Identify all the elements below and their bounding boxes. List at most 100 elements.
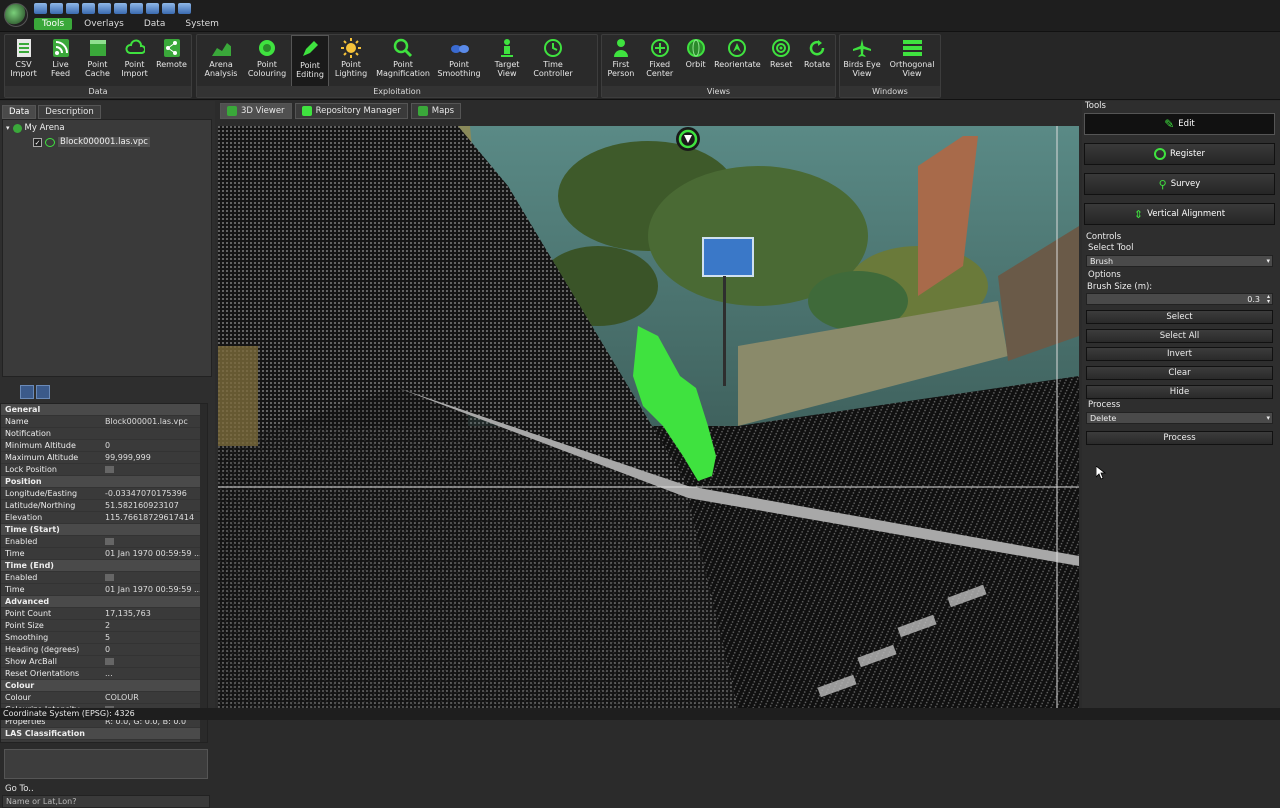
property-section-label[interactable]: General — [1, 404, 207, 415]
undo-icon[interactable] — [82, 3, 95, 14]
checkbox-icon[interactable] — [105, 658, 114, 665]
property-value[interactable]: 01 Jan 1970 00:59:59 ... — [103, 548, 207, 559]
3d-viewport[interactable] — [218, 126, 1079, 708]
property-section-label[interactable]: Colour — [1, 680, 207, 691]
property-value[interactable]: 01 Jan 1970 00:59:59 ... — [103, 584, 207, 595]
checkbox-icon[interactable] — [105, 538, 114, 545]
document-icon[interactable] — [162, 3, 175, 14]
point-lighting-button[interactable]: Point Lighting — [329, 35, 373, 89]
reorientate-button[interactable]: Reorientate — [712, 35, 764, 89]
property-section-label[interactable]: LAS Classification — [1, 728, 207, 739]
alphabetical-view-icon[interactable] — [36, 385, 50, 399]
camera-icon[interactable] — [146, 3, 159, 14]
reset-button[interactable]: Reset — [763, 35, 799, 89]
property-value[interactable]: 0 — [103, 440, 207, 451]
select-all-button[interactable]: Select All — [1086, 329, 1273, 343]
property-value[interactable]: COLOUR — [103, 692, 207, 703]
process-dropdown[interactable]: Delete ▾ — [1086, 412, 1273, 424]
property-value[interactable] — [103, 464, 207, 475]
point-import-button[interactable]: Point Import — [116, 35, 153, 89]
tab-overlays[interactable]: Overlays — [76, 18, 132, 30]
rotate-button[interactable]: Rotate — [799, 35, 835, 89]
survey-tool-button[interactable]: ⚲ Survey — [1084, 173, 1275, 195]
window-icon[interactable] — [178, 3, 191, 14]
spin-arrows-icon[interactable]: ▴ ▾ — [1267, 294, 1270, 305]
categorized-view-icon[interactable] — [20, 385, 34, 399]
live-feed-button[interactable]: Live Feed — [42, 35, 79, 89]
app-logo-icon[interactable] — [4, 3, 28, 27]
property-value[interactable]: 115.76618729617414 — [103, 512, 207, 523]
point-smoothing-button[interactable]: Point Smoothing — [433, 35, 485, 89]
property-value[interactable]: 5 — [103, 632, 207, 643]
tree-item-block[interactable]: ✓ Block000001.las.vpc — [33, 137, 150, 147]
property-value[interactable] — [103, 572, 207, 583]
hide-button[interactable]: Hide — [1086, 385, 1273, 399]
property-value[interactable] — [103, 536, 207, 547]
tab-maps[interactable]: Maps — [410, 103, 462, 119]
point-colouring-button[interactable]: Point Colouring — [243, 35, 291, 89]
property-value[interactable]: 2 — [103, 620, 207, 631]
checkbox-icon[interactable] — [105, 466, 114, 473]
property-value[interactable]: ... — [103, 668, 207, 679]
property-grid-scrollbar[interactable] — [200, 404, 207, 742]
time-controller-button[interactable]: Time Controller — [529, 35, 577, 89]
orthogonal-view-button[interactable]: Orthogonal View — [884, 35, 940, 89]
target-view-button[interactable]: Target View — [485, 35, 529, 89]
open-icon[interactable] — [50, 3, 63, 14]
tab-tools[interactable]: Tools — [34, 18, 73, 30]
birds-eye-view-button[interactable]: Birds Eye View — [840, 35, 884, 89]
property-value[interactable]: 0 — [103, 644, 207, 655]
select-tool-dropdown[interactable]: Brush ▾ — [1086, 255, 1273, 267]
invert-button[interactable]: Invert — [1086, 347, 1273, 361]
goto-input[interactable]: Name or Lat,Lon? — [2, 795, 210, 808]
airplane-icon — [852, 38, 872, 58]
point-cache-button[interactable]: Point Cache — [79, 35, 116, 89]
tab-system[interactable]: System — [177, 18, 227, 30]
remote-button[interactable]: Remote — [153, 35, 190, 89]
select-button[interactable]: Select — [1086, 310, 1273, 324]
csv-import-button[interactable]: CSV Import — [5, 35, 42, 89]
property-section-label[interactable]: Time (End) — [1, 560, 207, 571]
tab-description[interactable]: Description — [38, 105, 101, 119]
layer-checkbox[interactable]: ✓ — [33, 137, 42, 147]
property-value[interactable]: -0.03347070175396 — [103, 488, 207, 499]
arena-analysis-button[interactable]: Arena Analysis — [199, 35, 243, 89]
smoothing-icon — [449, 38, 469, 58]
property-value[interactable]: Block000001.las.vpc — [103, 416, 207, 427]
property-value[interactable] — [103, 656, 207, 667]
redo-icon[interactable] — [98, 3, 111, 14]
select-tool-label: Select Tool — [1088, 243, 1134, 253]
expand-icon[interactable]: ▾ — [6, 124, 10, 132]
checkbox-icon[interactable] — [105, 574, 114, 581]
survey-pin-icon: ⚲ — [1158, 177, 1167, 191]
clear-button[interactable]: Clear — [1086, 366, 1273, 380]
property-value[interactable] — [103, 428, 207, 439]
process-button[interactable]: Process — [1086, 431, 1273, 445]
tab-data-panel[interactable]: Data — [2, 105, 37, 119]
tab-repository-manager[interactable]: Repository Manager — [294, 103, 408, 119]
first-person-button[interactable]: First Person — [602, 35, 640, 89]
property-section-label[interactable]: Position — [1, 476, 207, 487]
brush-size-spinbox[interactable]: 0.3 ▴ ▾ — [1086, 293, 1273, 305]
tab-3d-viewer[interactable]: 3D Viewer — [220, 103, 292, 119]
copy-icon[interactable] — [114, 3, 127, 14]
tree-root[interactable]: ▾ My Arena — [6, 123, 65, 133]
orientation-gizmo-icon[interactable] — [676, 127, 700, 151]
property-value[interactable]: 51.582160923107 — [103, 500, 207, 511]
orbit-button[interactable]: Orbit — [680, 35, 712, 89]
fixed-center-button[interactable]: Fixed Center — [640, 35, 680, 89]
property-value[interactable]: 17,135,763 — [103, 608, 207, 619]
property-value[interactable]: 99,999,999 — [103, 452, 207, 463]
right-panel: Tools ✎ Edit Register ⚲ Survey ⇕ Vertical A… — [1082, 101, 1280, 708]
property-section-label[interactable]: Advanced — [1, 596, 207, 607]
point-magnification-button[interactable]: Point Magnification — [373, 35, 433, 89]
new-icon[interactable] — [34, 3, 47, 14]
register-tool-button[interactable]: Register — [1084, 143, 1275, 165]
save-icon[interactable] — [66, 3, 79, 14]
tab-data[interactable]: Data — [136, 18, 174, 30]
vertical-alignment-tool-button[interactable]: ⇕ Vertical Alignment — [1084, 203, 1275, 225]
edit-tool-button[interactable]: ✎ Edit — [1084, 113, 1275, 135]
print-icon[interactable] — [130, 3, 143, 14]
property-section-label[interactable]: Time (Start) — [1, 524, 207, 535]
point-editing-button[interactable]: Point Editing — [291, 35, 329, 89]
